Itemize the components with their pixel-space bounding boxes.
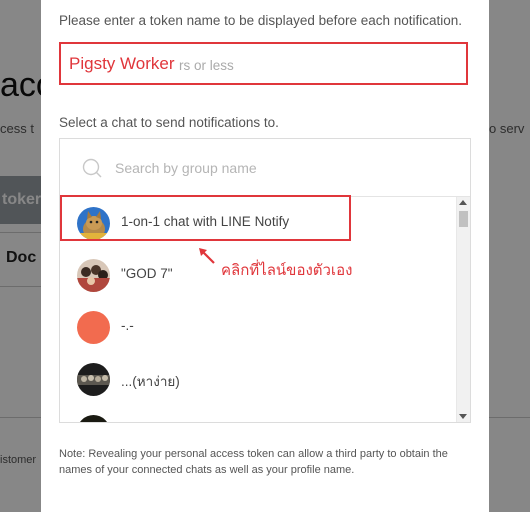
annotation-highlight-box: [60, 195, 351, 241]
token-name-prompt: Please enter a token name to be displaye…: [59, 13, 463, 28]
chat-item-haangai[interactable]: ...(หาง่าย): [60, 353, 456, 405]
dark-gold-avatar: [77, 415, 110, 422]
token-name-value: Pigsty Worker: [69, 54, 175, 73]
page-bottom-strip: [0, 512, 530, 521]
token-name-input[interactable]: rs or less Pigsty Worker: [59, 42, 468, 85]
dark-group-avatar: [77, 363, 110, 396]
search-icon: [82, 158, 102, 178]
dark-group-photo-icon: [77, 363, 110, 396]
scroll-thumb[interactable]: [459, 211, 468, 227]
chat-item-20[interactable]: 20: [60, 405, 456, 423]
chat-item-label: 20: [121, 422, 136, 423]
group-avatar: [77, 259, 110, 292]
chat-list-scrollbar[interactable]: [456, 197, 470, 422]
chat-item-label: ...(หาง่าย): [121, 374, 180, 389]
chat-item-label: -.-: [121, 318, 134, 333]
chat-search-input[interactable]: Search by group name: [115, 160, 257, 176]
token-name-placeholder: rs or less: [179, 58, 234, 73]
chat-search-bar[interactable]: Search by group name: [60, 139, 470, 197]
chat-item-label: "GOD 7": [121, 266, 173, 281]
scroll-up-arrow-icon[interactable]: [459, 200, 467, 205]
scroll-down-arrow-icon[interactable]: [459, 414, 467, 419]
group-photo-icon: [77, 259, 110, 292]
annotation-arrow-icon: [199, 248, 215, 264]
privacy-note: Note: Revealing your personal access tok…: [59, 448, 448, 476]
chat-item-dash[interactable]: -.-: [60, 301, 456, 353]
orange-circle-avatar: [77, 311, 110, 344]
dark-gold-photo-icon: [77, 415, 110, 422]
chat-select-prompt: Select a chat to send notifications to.: [59, 115, 279, 130]
annotation-text: คลิกที่ไลน์ของตัวเอง: [221, 261, 353, 279]
issue-token-modal: Please enter a token name to be displaye…: [41, 0, 489, 512]
